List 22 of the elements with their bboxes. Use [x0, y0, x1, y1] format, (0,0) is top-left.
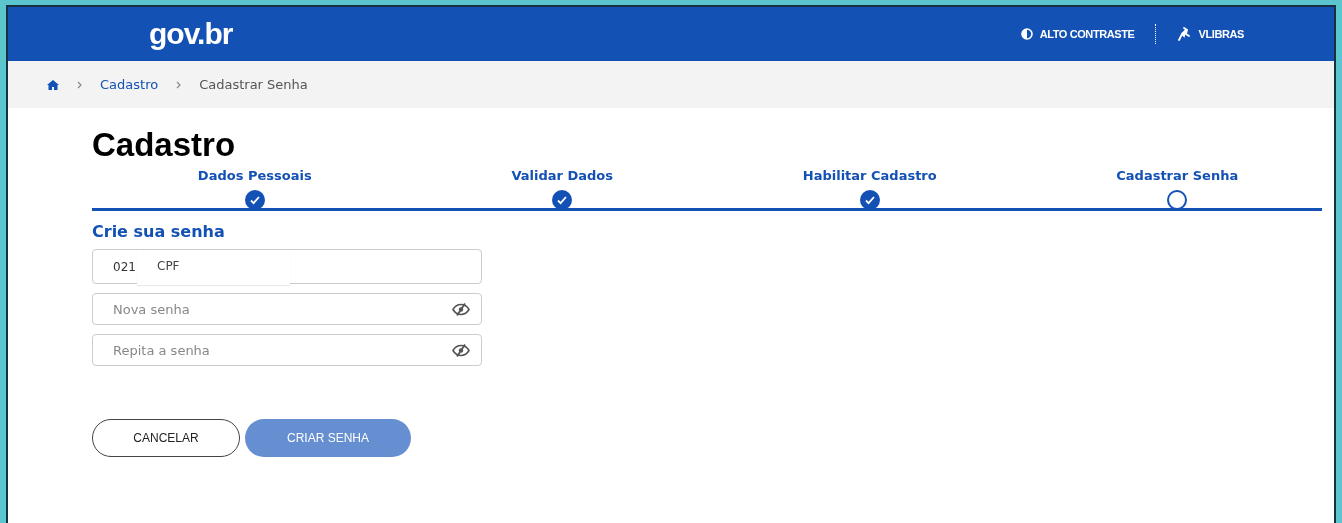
password-field[interactable]: Nova senha [92, 293, 482, 325]
cpf-suggestion[interactable]: CPF [137, 250, 290, 285]
chevron-icon [77, 80, 82, 89]
eye-slash-icon[interactable] [452, 303, 470, 316]
form-heading: Crie sua senha [92, 222, 226, 241]
breadcrumb-link[interactable]: Cadastro [100, 77, 159, 92]
breadcrumb-current: Cadastrar Senha [199, 77, 308, 92]
home-icon[interactable] [47, 79, 59, 90]
step-label: Validar Dados [511, 168, 614, 183]
step-label: Dados Pessoais [197, 168, 312, 183]
chevron-icon [176, 80, 182, 89]
step-label: Cadastrar Senha [1116, 168, 1239, 183]
page-title: Cadastro [92, 126, 237, 165]
step-label: Habilitar Cadastro [802, 168, 937, 183]
cancel-button[interactable]: CANCELAR [92, 419, 240, 457]
sign-language-button[interactable]: VLIBRAS [1171, 25, 1248, 43]
eye-slash-icon[interactable] [452, 344, 470, 357]
cpf-field[interactable]: 021 CPF [92, 249, 482, 284]
contrast-button[interactable]: ALTO CONTRASTE [1016, 26, 1139, 42]
logo[interactable]: gov.br [149, 17, 233, 51]
contrast-icon [1020, 28, 1033, 40]
password-field[interactable]: Repita a senha [92, 334, 482, 366]
